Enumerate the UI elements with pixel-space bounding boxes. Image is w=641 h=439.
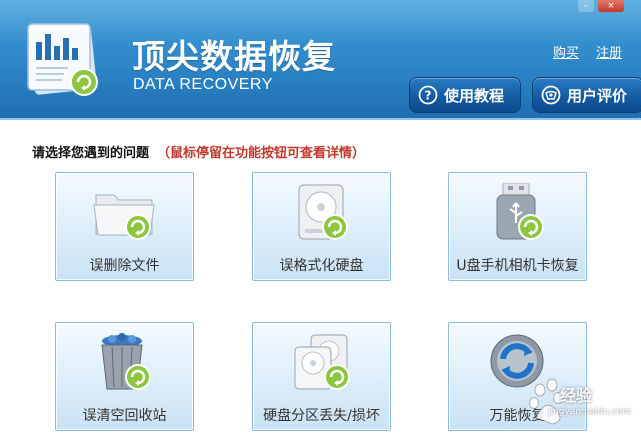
app-title: 顶尖数据恢复 [132,37,336,76]
header-divider [0,118,641,120]
minimize-icon[interactable]: – [578,0,594,12]
partition-drives-icon [294,334,350,390]
tutorial-button[interactable]: ? 使用教程 [409,77,521,113]
register-link[interactable]: 注册 [596,42,622,61]
window-controls: – × [578,0,624,14]
tile-label: 误删除文件 [89,258,160,274]
review-button[interactable]: 用户评价 [532,77,641,113]
instruction-text: 请选择您遇到的问题 （鼠标停留在功能按钮可查看详情） [32,142,365,161]
instruction-main: 请选择您遇到的问题 [32,146,150,161]
close-icon[interactable]: × [598,0,624,12]
app-subtitle: DATA RECOVERY [133,76,273,93]
tile-deleted-files[interactable]: 误删除文件 [55,172,194,281]
tile-partition-lost[interactable]: 硬盘分区丢失/损坏 [252,322,391,431]
tile-label: 硬盘分区丢失/损坏 [263,408,380,424]
usb-drive-icon [496,183,544,240]
watermark-text: 经验 [560,386,593,405]
review-icon [541,85,561,105]
review-button-label: 用户评价 [567,86,628,105]
hard-drive-icon [298,184,348,240]
tile-label: 误格式化硬盘 [279,258,364,274]
buy-link[interactable]: 购买 [553,42,579,61]
folder-restore-icon [93,194,155,240]
header: – × 顶尖数据恢复 DATA RECOVERY 购买 注册 ? 使用教程 用户… [0,0,641,118]
watermark-url: jingyan.baidu.com [548,407,632,417]
tile-label: 误清空回收站 [82,408,167,424]
tile-usb-phone-card[interactable]: U盘手机相机卡恢复 [448,172,587,281]
tile-formatted-disk[interactable]: 误格式化硬盘 [252,172,391,281]
instruction-hint: （鼠标停留在功能按钮可查看详情） [157,146,366,161]
app-logo-icon [27,23,98,96]
tile-label: U盘手机相机卡恢复 [456,258,579,274]
svg-text:?: ? [425,89,432,103]
recycle-bin-icon [101,333,151,390]
tutorial-button-label: 使用教程 [444,86,505,105]
tile-emptied-recycle-bin[interactable]: 误清空回收站 [55,322,194,431]
question-circle-icon: ? [418,85,438,105]
app-window: – × 顶尖数据恢复 DATA RECOVERY 购买 注册 ? 使用教程 用户… [0,0,641,439]
